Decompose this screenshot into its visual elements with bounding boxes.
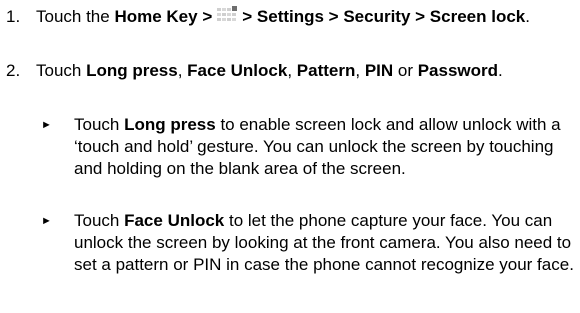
bullet-long-press: ► Touch Long press to enable screen lock… xyxy=(36,114,580,202)
step-text: Touch the Home Key > > Settings > Securi… xyxy=(36,6,574,28)
bullet-arrow-icon: ► xyxy=(41,119,52,131)
bullet-lead: Touch xyxy=(74,211,125,230)
settings-path-label: > Settings > Security > Screen lock xyxy=(242,7,526,26)
separator: , xyxy=(177,61,188,80)
bullet-lead: Touch xyxy=(74,115,125,134)
step-touch-text: Touch the xyxy=(36,7,115,26)
separator: , xyxy=(355,61,365,80)
step-1: 1. Touch the Home Key > > Settings > Sec… xyxy=(0,6,580,52)
option-face-unlock: Face Unlock xyxy=(187,61,288,80)
separator: or xyxy=(393,61,418,80)
option-pin: PIN xyxy=(364,61,394,80)
option-long-press: Long press xyxy=(86,61,178,80)
step-period: . xyxy=(498,61,503,80)
step-touch-text: Touch xyxy=(36,61,87,80)
home-key-label: Home Key > xyxy=(114,7,213,26)
bullet-bold-term: Face Unlock xyxy=(124,211,225,230)
option-pattern: Pattern xyxy=(296,61,356,80)
bullet-text: Touch Face Unlock to let the phone captu… xyxy=(74,210,574,276)
bullet-arrow-icon: ► xyxy=(41,215,52,227)
separator: , xyxy=(287,61,297,80)
step-2: 2. Touch Long press, Face Unlock, Patter… xyxy=(0,60,580,106)
bullet-bold-term: Long press xyxy=(124,115,216,134)
step-number: 2. xyxy=(6,61,21,80)
apps-grid-icon xyxy=(216,6,238,24)
step-period: . xyxy=(525,7,530,26)
step-number: 1. xyxy=(6,7,21,26)
bullet-face-unlock: ► Touch Face Unlock to let the phone cap… xyxy=(36,210,580,310)
instruction-document: 1. Touch the Home Key > > Settings > Sec… xyxy=(0,0,580,313)
step-text: Touch Long press, Face Unlock, Pattern, … xyxy=(36,60,574,82)
option-password: Password xyxy=(417,61,499,80)
bullet-text: Touch Long press to enable screen lock a… xyxy=(74,114,574,180)
